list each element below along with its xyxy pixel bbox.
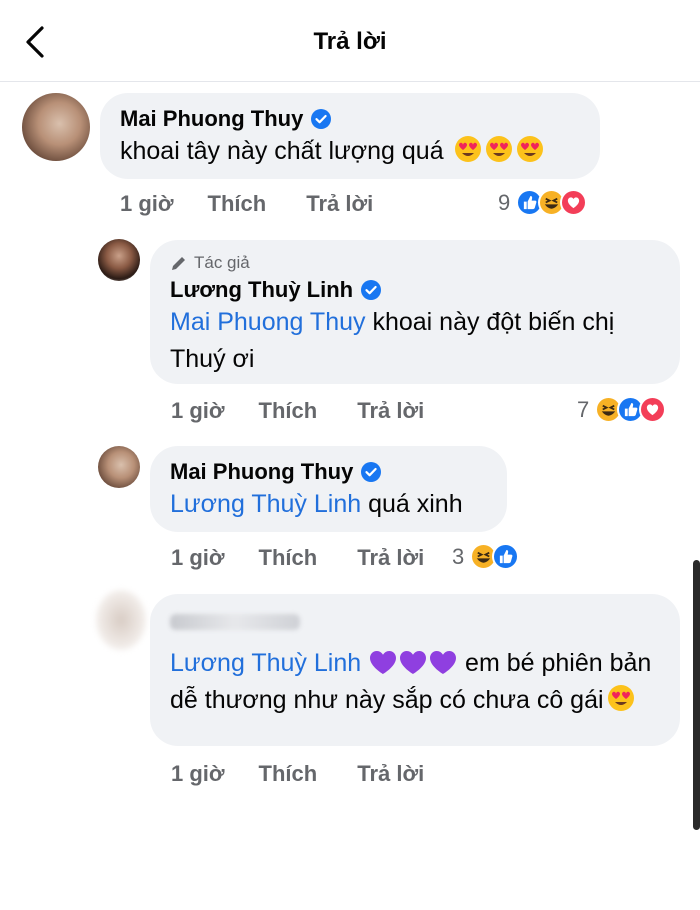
avatar[interactable] — [22, 93, 90, 161]
comment-time[interactable]: 1 giờ — [171, 398, 225, 424]
comment-text: Lương Thuỳ Linh quá xinh — [170, 486, 487, 523]
mention-link[interactable]: Lương Thuỳ Linh — [170, 649, 361, 677]
reply-button[interactable]: Trả lời — [357, 398, 424, 424]
comment-meta: 1 giờ Thích Trả lời — [120, 191, 413, 217]
love-reaction-icon — [560, 189, 588, 216]
love-reaction-icon — [639, 396, 667, 423]
comment-author[interactable]: Mai Phuong Thuy — [170, 458, 353, 486]
purple-heart-emoji — [370, 651, 397, 674]
comment-meta: 1 giờ Thích Trả lời — [171, 545, 464, 571]
reaction-count: 7 — [577, 396, 590, 422]
reaction-count: 3 — [452, 543, 465, 569]
page-title: Trả lời — [313, 28, 387, 55]
verified-badge-icon — [361, 462, 382, 482]
reaction-summary[interactable]: 9 — [498, 189, 588, 216]
comment-text: Lương Thuỳ Linh em bé phiên bản dễ thươn… — [170, 645, 660, 719]
scrollbar[interactable] — [693, 560, 700, 830]
pencil-icon — [172, 257, 185, 270]
author-tag: Tác giả — [170, 252, 660, 274]
verified-badge-icon — [361, 280, 382, 300]
heart-eyes-emoji — [516, 136, 543, 162]
purple-heart-emoji — [430, 651, 457, 674]
comment-bubble: Mai Phuong Thuy Lương Thuỳ Linh quá xinh — [150, 446, 507, 532]
comment-author[interactable]: Mai Phuong Thuy — [120, 105, 303, 133]
comment-meta: 1 giờ Thích Trả lời — [171, 398, 464, 424]
reaction-summary[interactable]: 3 — [452, 543, 520, 570]
heart-eyes-emoji — [607, 685, 634, 711]
comment-bubble: Lương Thuỳ Linh em bé phiên bản dễ thươn… — [150, 594, 680, 746]
avatar[interactable] — [98, 446, 140, 488]
comment-author[interactable]: Lương Thuỳ Linh — [170, 276, 353, 304]
heart-eyes-emoji — [485, 136, 512, 162]
reply-button[interactable]: Trả lời — [357, 761, 424, 787]
heart-eyes-emoji — [454, 136, 481, 162]
author-tag-label: Tác giả — [194, 253, 250, 272]
header-bar: Trả lời — [0, 0, 700, 82]
like-reaction-icon — [492, 543, 520, 570]
comment-time[interactable]: 1 giờ — [120, 191, 174, 217]
mention-link[interactable]: Mai Phuong Thuy — [170, 308, 366, 336]
comment-bubble: Tác giả Lương Thuỳ Linh Mai Phuong Thuy … — [150, 240, 680, 384]
avatar[interactable] — [98, 239, 140, 281]
verified-badge-icon — [311, 109, 332, 129]
avatar[interactable] — [96, 590, 146, 650]
reply-button[interactable]: Trả lời — [357, 545, 424, 571]
reply-button[interactable]: Trả lời — [306, 191, 373, 217]
comment-text-content: quá xinh — [368, 490, 463, 518]
purple-heart-emoji — [400, 651, 427, 674]
comment-bubble: Mai Phuong Thuy khoai tây này chất lượng… — [100, 93, 600, 179]
like-button[interactable]: Thích — [208, 191, 267, 217]
like-button[interactable]: Thích — [259, 398, 318, 424]
comment-text: khoai tây này chất lượng quá — [120, 133, 580, 170]
like-button[interactable]: Thích — [259, 761, 318, 787]
reaction-count: 9 — [498, 189, 511, 215]
comment-text-content: khoai tây này chất lượng quá — [120, 137, 444, 165]
blurred-author-name — [170, 614, 300, 630]
comment-time[interactable]: 1 giờ — [171, 761, 225, 787]
like-button[interactable]: Thích — [259, 545, 318, 571]
mention-link[interactable]: Lương Thuỳ Linh — [170, 490, 361, 518]
comment-time[interactable]: 1 giờ — [171, 545, 225, 571]
reaction-summary[interactable]: 7 — [577, 396, 667, 423]
comment-text: Mai Phuong Thuy khoai này đột biến chị T… — [170, 304, 660, 378]
comment-meta: 1 giờ Thích Trả lời — [171, 761, 464, 787]
